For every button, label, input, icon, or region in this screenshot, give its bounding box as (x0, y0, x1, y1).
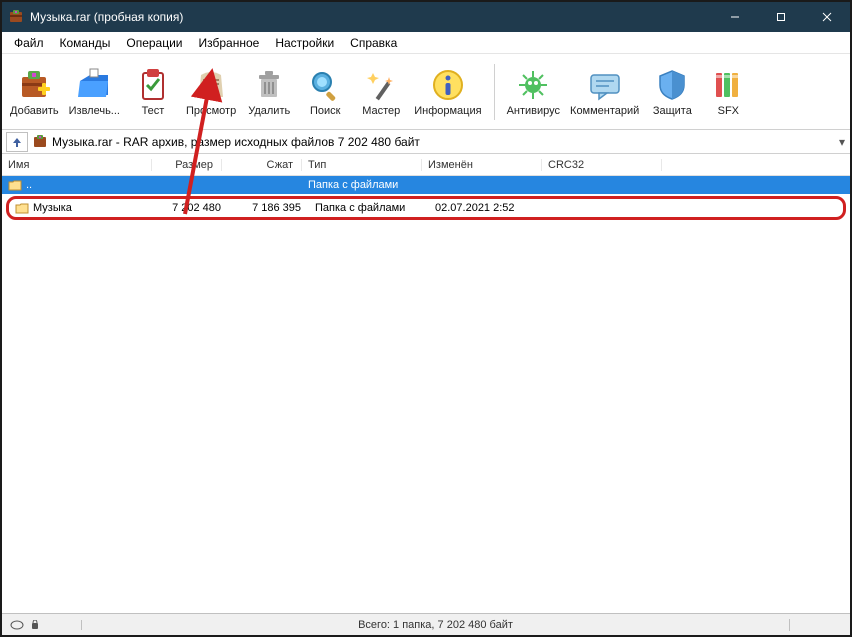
statusbar: Всего: 1 папка, 7 202 480 байт (2, 613, 850, 635)
file-list: Имя Размер Сжат Тип Изменён CRC32 .. Пап… (2, 154, 850, 613)
col-size[interactable]: Размер (152, 159, 222, 171)
sfx-button[interactable]: SFX (701, 65, 755, 119)
menu-help[interactable]: Справка (342, 34, 405, 52)
menu-favorites[interactable]: Избранное (191, 34, 268, 52)
window-title: Музыка.rar (пробная копия) (30, 10, 183, 24)
file-modified: 02.07.2021 2:52 (429, 202, 549, 214)
antivirus-button[interactable]: Антивирус (503, 65, 564, 119)
view-icon (193, 67, 229, 103)
menubar: Файл Команды Операции Избранное Настройк… (2, 32, 850, 54)
sfx-label: SFX (718, 105, 739, 117)
minimize-button[interactable] (712, 2, 758, 32)
folder-icon (15, 201, 29, 215)
add-icon (16, 67, 52, 103)
menu-commands[interactable]: Команды (52, 34, 119, 52)
info-label: Информация (414, 105, 481, 117)
test-label: Тест (142, 105, 165, 117)
comment-button[interactable]: Комментарий (566, 65, 643, 119)
comment-icon (587, 67, 623, 103)
wizard-button[interactable]: Мастер (354, 65, 408, 119)
pathbar: Музыка.rar - RAR архив, размер исходных … (2, 130, 850, 154)
col-crc32[interactable]: CRC32 (542, 159, 662, 171)
column-headers: Имя Размер Сжат Тип Изменён CRC32 (2, 154, 850, 176)
extract-icon (76, 67, 112, 103)
file-packed: 7 186 395 (229, 202, 309, 214)
sfx-icon (710, 67, 746, 103)
highlight-annotation: Музыка 7 202 480 7 186 395 Папка с файла… (6, 196, 846, 220)
winrar-window: Музыка.rar (пробная копия) Файл Команды … (0, 0, 852, 637)
protect-button[interactable]: Защита (645, 65, 699, 119)
find-button[interactable]: Поиск (298, 65, 352, 119)
status-total: Всего: 1 папка, 7 202 480 байт (82, 619, 790, 631)
menu-operations[interactable]: Операции (118, 34, 190, 52)
find-icon (307, 67, 343, 103)
delete-icon (251, 67, 287, 103)
up-button[interactable] (6, 132, 28, 152)
menu-file[interactable]: Файл (6, 34, 52, 52)
status-left (2, 620, 82, 630)
lock-icon (28, 620, 42, 630)
view-label: Просмотр (186, 105, 236, 117)
info-icon (430, 67, 466, 103)
file-size: 7 202 480 (159, 202, 229, 214)
menu-settings[interactable]: Настройки (267, 34, 342, 52)
col-packed[interactable]: Сжат (222, 159, 302, 171)
antivirus-icon (515, 67, 551, 103)
delete-label: Удалить (248, 105, 290, 117)
find-label: Поиск (310, 105, 340, 117)
path-dropdown[interactable]: ▾ (834, 135, 850, 149)
path-text[interactable]: Музыка.rar - RAR архив, размер исходных … (52, 135, 830, 149)
antivirus-label: Антивирус (507, 105, 560, 117)
test-icon (135, 67, 171, 103)
archive-icon (32, 134, 48, 150)
file-name: Музыка (33, 202, 72, 214)
extract-label: Извлечь... (69, 105, 120, 117)
close-button[interactable] (804, 2, 850, 32)
folder-up-icon (8, 178, 22, 192)
protect-label: Защита (653, 105, 692, 117)
file-row[interactable]: Музыка 7 202 480 7 186 395 Папка с файла… (9, 199, 843, 217)
col-modified[interactable]: Изменён (422, 159, 542, 171)
col-name[interactable]: Имя (2, 159, 152, 171)
file-type: Папка с файлами (309, 202, 429, 214)
disk-icon (10, 620, 24, 630)
maximize-button[interactable] (758, 2, 804, 32)
view-button[interactable]: Просмотр (182, 65, 240, 119)
app-icon (8, 9, 24, 25)
protect-icon (654, 67, 690, 103)
col-type[interactable]: Тип (302, 159, 422, 171)
test-button[interactable]: Тест (126, 65, 180, 119)
comment-label: Комментарий (570, 105, 639, 117)
toolbar: Добавить Извлечь... Тест (2, 54, 850, 130)
titlebar: Музыка.rar (пробная копия) (2, 2, 850, 32)
parent-folder-row[interactable]: .. Папка с файлами (2, 176, 850, 194)
add-label: Добавить (10, 105, 59, 117)
wizard-icon (363, 67, 399, 103)
add-button[interactable]: Добавить (6, 65, 63, 119)
extract-button[interactable]: Извлечь... (65, 65, 124, 119)
info-button[interactable]: Информация (410, 65, 485, 119)
toolbar-separator (494, 64, 495, 120)
delete-button[interactable]: Удалить (242, 65, 296, 119)
wizard-label: Мастер (362, 105, 400, 117)
